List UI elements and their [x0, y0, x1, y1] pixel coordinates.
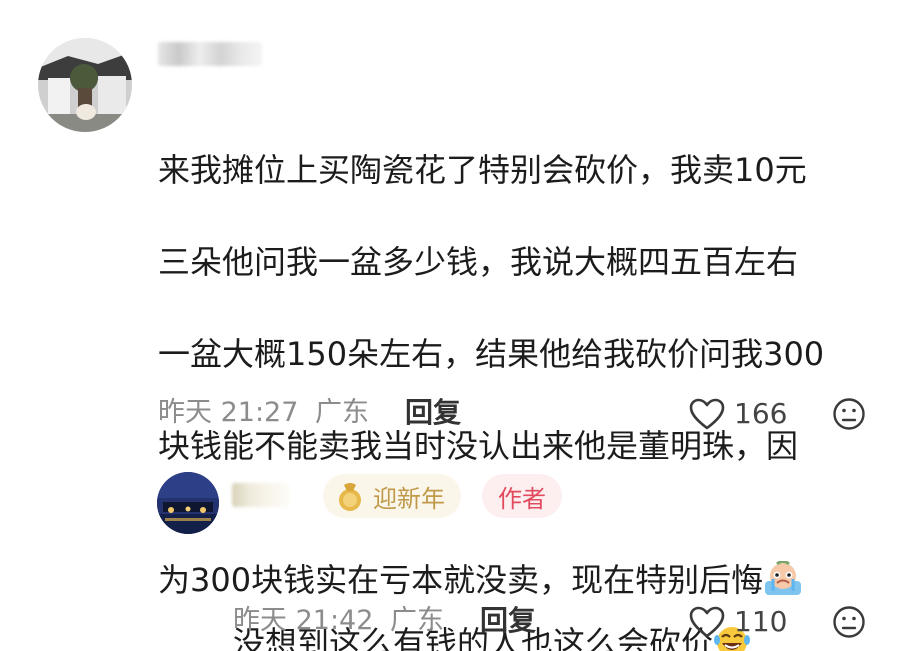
frown-face-icon	[833, 606, 865, 638]
comment-location: 广东	[315, 397, 369, 428]
author-badge: 作者	[482, 474, 562, 518]
author-username-redacted[interactable]	[232, 483, 290, 507]
frown-face-icon	[833, 398, 865, 430]
like-button[interactable]: 166	[688, 396, 787, 432]
comment-line: 来我摊位上买陶瓷花了特别会砍价，我卖10元	[158, 151, 807, 189]
comment-time: 昨天 21:27	[158, 397, 299, 428]
reply-location: 广东	[390, 605, 444, 636]
dislike-button[interactable]	[832, 605, 866, 639]
dislike-button[interactable]	[832, 397, 866, 431]
author-avatar[interactable]	[157, 472, 219, 534]
heart-icon	[689, 606, 725, 638]
comment-line: 块钱能不能卖我当时没认出来他是董明珠，因	[158, 427, 799, 465]
comment-meta: 昨天 21:27 广东	[158, 395, 369, 431]
heart-icon	[689, 398, 725, 430]
like-button[interactable]: 110	[688, 604, 787, 640]
gold-coin-pouch-icon	[339, 483, 361, 511]
new-year-badge[interactable]: 迎新年	[323, 474, 461, 518]
comment-line: 三朵他问我一盆多少钱，我说大概四五百左右	[158, 243, 799, 281]
like-count: 110	[734, 605, 788, 638]
comment-line: 一盆大概150朵左右，结果他给我砍价问我300	[158, 335, 825, 373]
like-count: 166	[734, 397, 788, 430]
commenter-username-redacted[interactable]	[158, 42, 262, 66]
new-year-badge-label: 迎新年	[373, 484, 445, 513]
reply-meta: 昨天 21:42 广东	[233, 603, 444, 639]
author-badge-label: 作者	[498, 484, 546, 513]
reply-button[interactable]: 回复	[480, 603, 536, 639]
reply-time: 昨天 21:42	[233, 605, 374, 636]
reply-button[interactable]: 回复	[405, 395, 461, 431]
commenter-avatar[interactable]	[38, 38, 132, 132]
